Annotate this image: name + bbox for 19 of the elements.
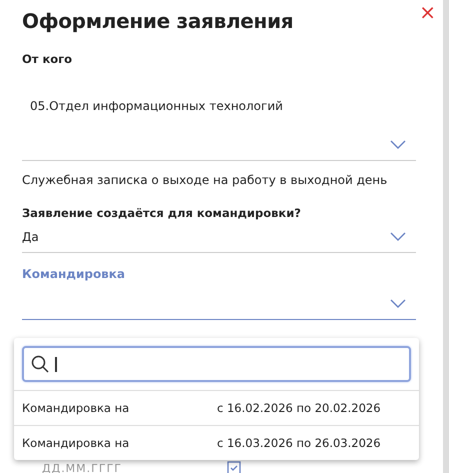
answer-select[interactable]: Да [22, 224, 416, 253]
sender-select[interactable]: 05.Отдел информационных технологий [22, 72, 416, 161]
dropdown-option[interactable]: Командировка на с 16.02.2026 по 20.02.2026 [14, 390, 419, 425]
scrollbar[interactable] [443, 0, 449, 473]
search-icon [31, 355, 49, 373]
trip-label: Командировка [22, 267, 126, 281]
memo-text: Служебная записка о выходе на работу в выходной день [22, 173, 388, 187]
search-field[interactable] [22, 346, 411, 382]
chevron-icon [390, 232, 406, 242]
department-text: 05.Отдел информационных технологий [30, 98, 283, 115]
text-cursor [55, 357, 56, 372]
close-button[interactable]: × [419, 0, 436, 24]
question-label: Заявление создаётся для командировки? [22, 206, 302, 220]
date-field[interactable]: ДД.ММ.ГГГГ [42, 462, 122, 473]
chevron-icon [390, 299, 406, 309]
field-label: От кого [22, 52, 74, 66]
dropdown-option[interactable]: Командировка на с 16.03.2026 по 26.03.2026 [14, 425, 419, 460]
dialog-title: Оформление заявления [22, 9, 294, 33]
chevron-icon [390, 140, 406, 150]
